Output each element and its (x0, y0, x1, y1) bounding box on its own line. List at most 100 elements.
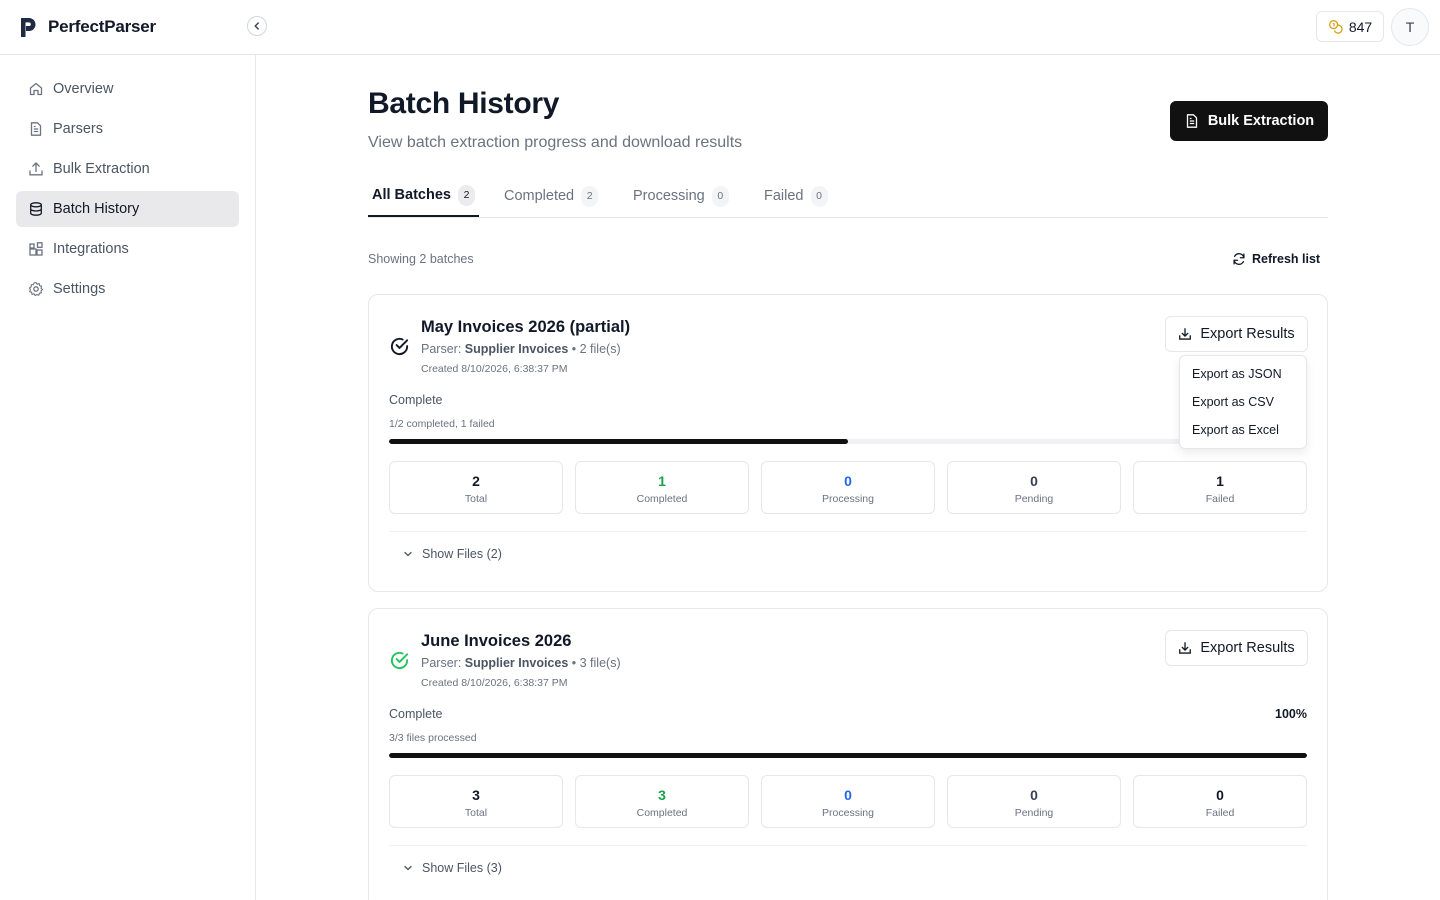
export-excel-option[interactable]: Export as Excel (1192, 423, 1279, 437)
tab-completed[interactable]: Completed 2 (504, 175, 599, 217)
check-circle-icon (389, 650, 410, 671)
batch-created: Created 8/10/2026, 6:38:37 PM (421, 363, 568, 375)
parser-prefix: Parser: (421, 656, 462, 670)
stat-label: Completed (636, 493, 688, 505)
tab-failed[interactable]: Failed 0 (764, 175, 828, 217)
status-detail: 3/3 files processed (389, 732, 477, 744)
show-files-label: Show Files (2) (422, 547, 502, 561)
file-count: • 2 file(s) (571, 342, 621, 356)
collapse-sidebar-button[interactable] (247, 16, 267, 36)
sidebar-item-bulk-extraction[interactable]: Bulk Extraction (16, 151, 239, 187)
upload-icon (28, 161, 44, 177)
parser-prefix: Parser: (421, 342, 462, 356)
showing-count: Showing 2 batches (368, 252, 474, 266)
divider (389, 845, 1307, 846)
app-name: PerfectParser (48, 17, 156, 36)
sidebar-item-label: Settings (53, 281, 106, 297)
document-icon (1184, 113, 1200, 129)
export-results-label: Export Results (1200, 640, 1295, 656)
database-icon (28, 201, 44, 217)
tab-count: 0 (810, 185, 828, 207)
stat-value: 0 (1216, 787, 1224, 803)
stat-label: Processing (822, 807, 874, 819)
parser-name: Supplier Invoices (464, 342, 569, 356)
stat-failed: 1 Failed (1133, 461, 1307, 514)
progress-fill (389, 439, 848, 444)
stat-label: Processing (822, 493, 874, 505)
progress-fill (389, 753, 1307, 758)
user-avatar[interactable]: T (1391, 8, 1429, 46)
stat-value: 0 (1030, 473, 1038, 489)
refresh-list-button[interactable]: Refresh list (1232, 252, 1320, 266)
page-subtitle: View batch extraction progress and downl… (368, 134, 743, 151)
gear-icon (28, 281, 44, 297)
tab-label: Failed (764, 188, 804, 204)
export-results-button[interactable]: Export Results (1165, 316, 1308, 352)
stat-value: 3 (472, 787, 480, 803)
logo-icon (18, 15, 38, 39)
show-files-toggle[interactable]: Show Files (2) (403, 547, 502, 561)
home-icon (28, 81, 44, 97)
stat-value: 2 (472, 473, 480, 489)
batch-parser-info: Parser: Supplier Invoices • 2 file(s) (421, 342, 621, 356)
status-percent: 100% (1275, 707, 1307, 721)
stat-pending: 0 Pending (947, 775, 1121, 828)
stat-value: 0 (844, 473, 852, 489)
stat-processing: 0 Processing (761, 775, 935, 828)
batch-created: Created 8/10/2026, 6:38:37 PM (421, 677, 568, 689)
file-count: • 3 file(s) (571, 656, 621, 670)
download-icon (1178, 327, 1192, 341)
sidebar-item-label: Integrations (53, 241, 129, 257)
stat-total: 2 Total (389, 461, 563, 514)
stat-value: 3 (658, 787, 666, 803)
top-bar: PerfectParser 847 T (0, 0, 1440, 55)
tab-processing[interactable]: Processing 0 (633, 175, 729, 217)
stat-label: Total (464, 493, 488, 505)
show-files-toggle[interactable]: Show Files (3) (403, 861, 502, 875)
stat-pending: 0 Pending (947, 461, 1121, 514)
batch-title: June Invoices 2026 (421, 632, 572, 650)
sidebar-item-integrations[interactable]: Integrations (16, 231, 239, 267)
status-detail: 1/2 completed, 1 failed (389, 418, 495, 430)
tab-all-batches[interactable]: All Batches 2 (368, 175, 479, 217)
sidebar-item-settings[interactable]: Settings (16, 271, 239, 307)
sidebar-item-parsers[interactable]: Parsers (16, 111, 239, 147)
batch-parser-info: Parser: Supplier Invoices • 3 file(s) (421, 656, 621, 670)
bulk-extraction-button[interactable]: Bulk Extraction (1170, 101, 1328, 141)
download-icon (1178, 641, 1192, 655)
batch-tabs: All Batches 2 Completed 2 Processing 0 F… (368, 175, 1328, 218)
stat-label: Completed (636, 807, 688, 819)
stat-label: Total (464, 807, 488, 819)
document-icon (28, 121, 44, 137)
stat-completed: 1 Completed (575, 461, 749, 514)
refresh-list-label: Refresh list (1252, 252, 1321, 266)
stat-failed: 0 Failed (1133, 775, 1307, 828)
export-csv-option[interactable]: Export as CSV (1192, 395, 1274, 409)
stat-value: 0 (1030, 787, 1038, 803)
sidebar-item-label: Overview (53, 81, 114, 97)
sidebar-item-overview[interactable]: Overview (16, 71, 239, 107)
credits-badge[interactable]: 847 (1316, 11, 1384, 42)
export-results-button[interactable]: Export Results (1165, 630, 1308, 666)
divider (389, 531, 1307, 532)
chevron-down-icon (403, 549, 413, 559)
stat-processing: 0 Processing (761, 461, 935, 514)
tab-count: 0 (711, 185, 729, 207)
blocks-icon (28, 241, 44, 257)
stat-label: Failed (1205, 807, 1235, 819)
sidebar-item-label: Batch History (53, 201, 140, 217)
chevron-left-icon (252, 21, 262, 31)
stat-completed: 3 Completed (575, 775, 749, 828)
sidebar-item-label: Bulk Extraction (53, 161, 150, 177)
status-label: Complete (389, 393, 443, 407)
brand[interactable]: PerfectParser (18, 15, 156, 39)
show-files-label: Show Files (3) (422, 861, 502, 875)
export-json-option[interactable]: Export as JSON (1192, 367, 1282, 381)
chevron-down-icon (403, 863, 413, 873)
tab-count: 2 (581, 185, 599, 207)
refresh-icon (1232, 252, 1246, 266)
stat-label: Failed (1205, 493, 1235, 505)
stat-label: Pending (1014, 807, 1054, 819)
parser-name: Supplier Invoices (464, 656, 569, 670)
sidebar-item-batch-history[interactable]: Batch History (16, 191, 239, 227)
